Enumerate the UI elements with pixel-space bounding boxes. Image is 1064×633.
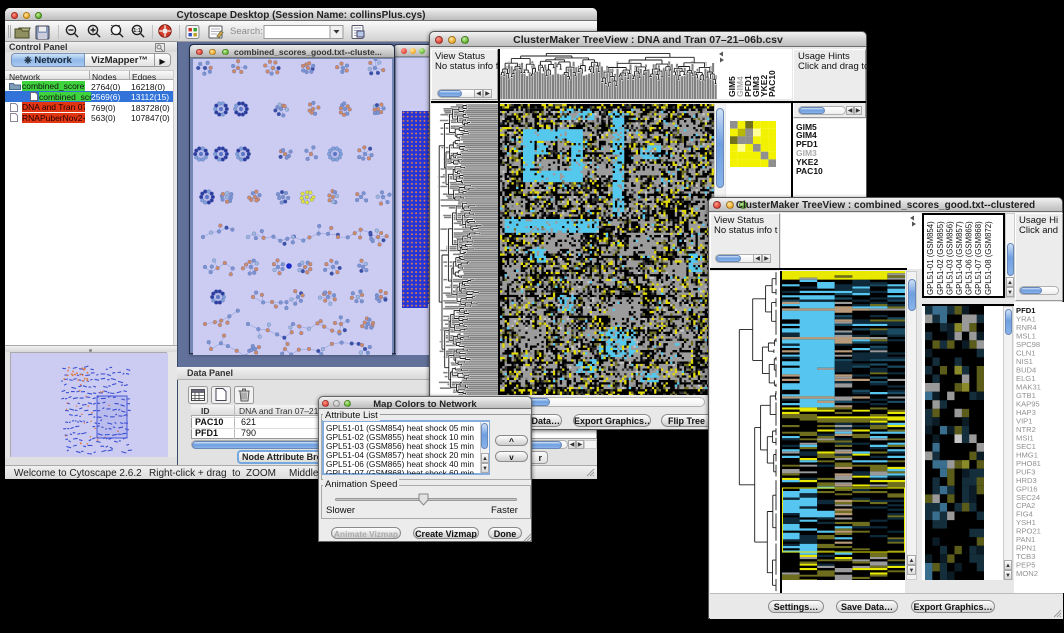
svg-text:GPL51-02 (GSM855): GPL51-02 (GSM855) (936, 221, 945, 295)
svg-text:GPL51-01 (GSM854): GPL51-01 (GSM854) (926, 221, 935, 295)
svg-text:MON2: MON2 (1016, 569, 1038, 578)
svg-text:GPL51-06 (GSM865): GPL51-06 (GSM865) (965, 221, 974, 295)
svg-text:GPL51-04 (GSM857): GPL51-04 (GSM857) (955, 221, 964, 295)
svg-text:GPL51-03 (GSM856): GPL51-03 (GSM856) (945, 221, 954, 295)
svg-text:Search:: Search: (230, 26, 263, 37)
svg-text:GPL51-07 (GSM868): GPL51-07 (GSM868) (974, 221, 983, 295)
svg-text:PAC10: PAC10 (767, 70, 777, 97)
svg-text:GPL51-08 (GSM872): GPL51-08 (GSM872) (984, 221, 993, 295)
svg-text:1:1: 1:1 (133, 28, 140, 34)
